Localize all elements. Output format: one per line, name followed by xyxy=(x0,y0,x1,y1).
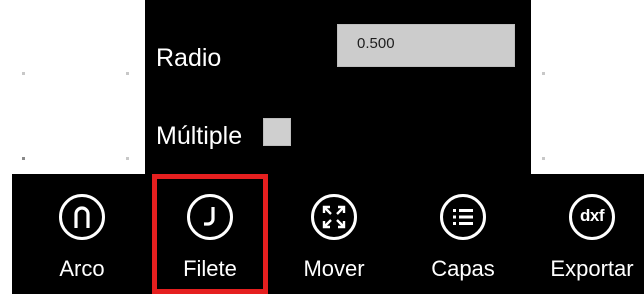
arc-button[interactable]: Arco xyxy=(24,174,140,294)
arc-icon xyxy=(59,194,105,240)
move-button[interactable]: Mover xyxy=(276,174,392,294)
grid-point xyxy=(126,157,129,160)
app-bar: Arco Filete Mover Capas dxf Exportar xyxy=(12,174,644,294)
radius-input[interactable]: 0.500 xyxy=(337,24,515,67)
grid-point xyxy=(22,72,25,75)
layers-button[interactable]: Capas xyxy=(405,174,521,294)
fillet-button[interactable]: Filete xyxy=(152,174,268,294)
dxf-icon: dxf xyxy=(569,194,615,240)
export-label: Exportar xyxy=(550,256,634,281)
multiple-checkbox[interactable] xyxy=(263,118,291,146)
fillet-properties-panel: Radio 0.500 Múltiple xyxy=(145,0,531,174)
fillet-label: Filete xyxy=(183,256,237,281)
grid-point xyxy=(542,72,545,75)
grid-point xyxy=(542,157,545,160)
layers-label: Capas xyxy=(431,256,495,281)
grid-point xyxy=(126,72,129,75)
fillet-icon xyxy=(187,194,233,240)
arc-label: Arco xyxy=(59,256,105,281)
grid-point xyxy=(22,157,25,160)
layers-icon xyxy=(440,194,486,240)
move-icon xyxy=(311,194,357,240)
multiple-label: Múltiple xyxy=(156,122,243,150)
export-button[interactable]: dxf Exportar xyxy=(534,174,644,294)
dxf-icon-text: dxf xyxy=(580,206,605,225)
move-label: Mover xyxy=(303,256,365,281)
radius-label: Radio xyxy=(156,44,222,72)
